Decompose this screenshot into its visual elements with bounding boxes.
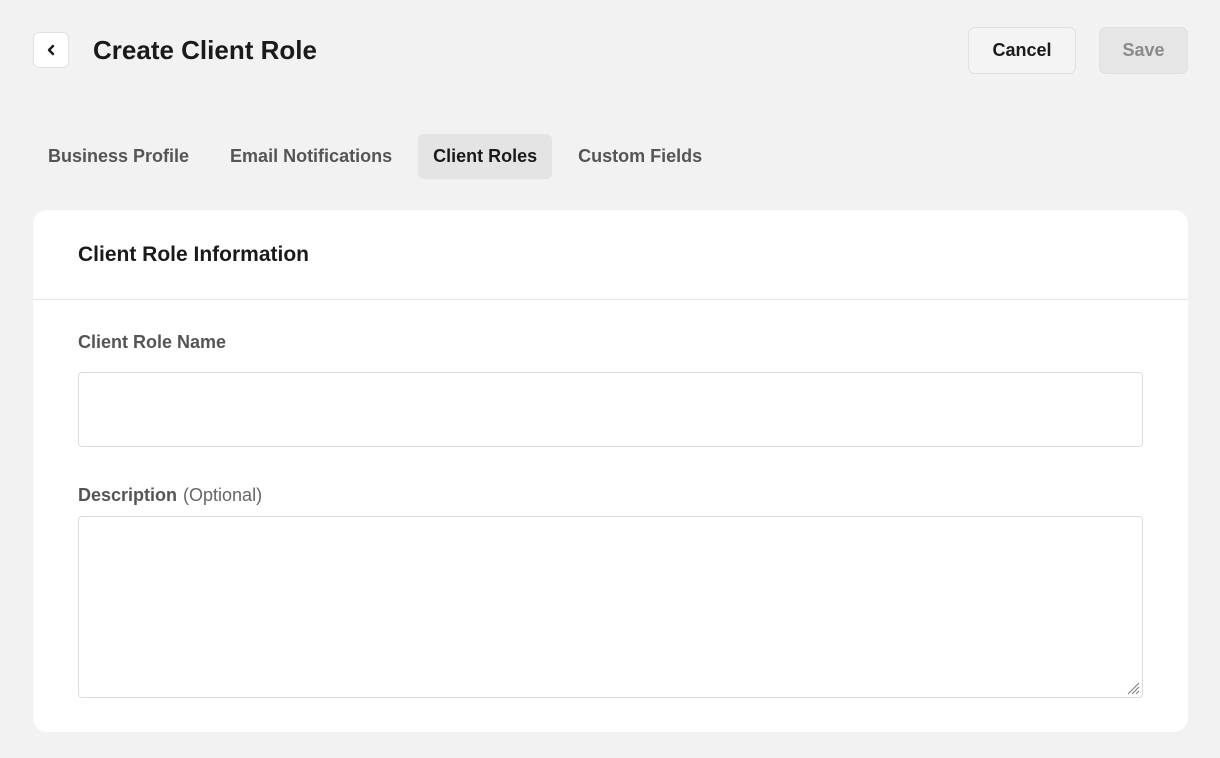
- settings-tabs: Business Profile Email Notifications Cli…: [33, 134, 728, 179]
- save-button[interactable]: Save: [1099, 27, 1188, 74]
- back-button[interactable]: [33, 32, 69, 68]
- tab-client-roles[interactable]: Client Roles: [418, 134, 553, 179]
- optional-indicator: (Optional): [183, 485, 263, 505]
- client-role-name-input[interactable]: [78, 372, 1143, 447]
- resize-handle-icon[interactable]: [1124, 679, 1140, 695]
- description-textarea[interactable]: [78, 516, 1143, 698]
- tab-email-notifications[interactable]: Email Notifications: [215, 134, 407, 179]
- page-title: Create Client Role: [93, 35, 317, 65]
- description-label: Description (Optional): [78, 485, 262, 506]
- client-role-name-label: Client Role Name: [78, 332, 226, 353]
- tab-business-profile[interactable]: Business Profile: [33, 134, 204, 179]
- card-header: Client Role Information: [33, 210, 1188, 300]
- card-title: Client Role Information: [78, 242, 309, 266]
- tab-custom-fields[interactable]: Custom Fields: [563, 134, 717, 179]
- description-label-text: Description: [78, 485, 178, 505]
- cancel-button[interactable]: Cancel: [968, 27, 1076, 74]
- chevron-left-icon: [47, 44, 55, 56]
- client-role-name-label-text: Client Role Name: [78, 332, 227, 352]
- client-role-card: Client Role Information Client Role Name…: [33, 210, 1188, 732]
- page: Create Client Role Cancel Save Business …: [0, 0, 1220, 758]
